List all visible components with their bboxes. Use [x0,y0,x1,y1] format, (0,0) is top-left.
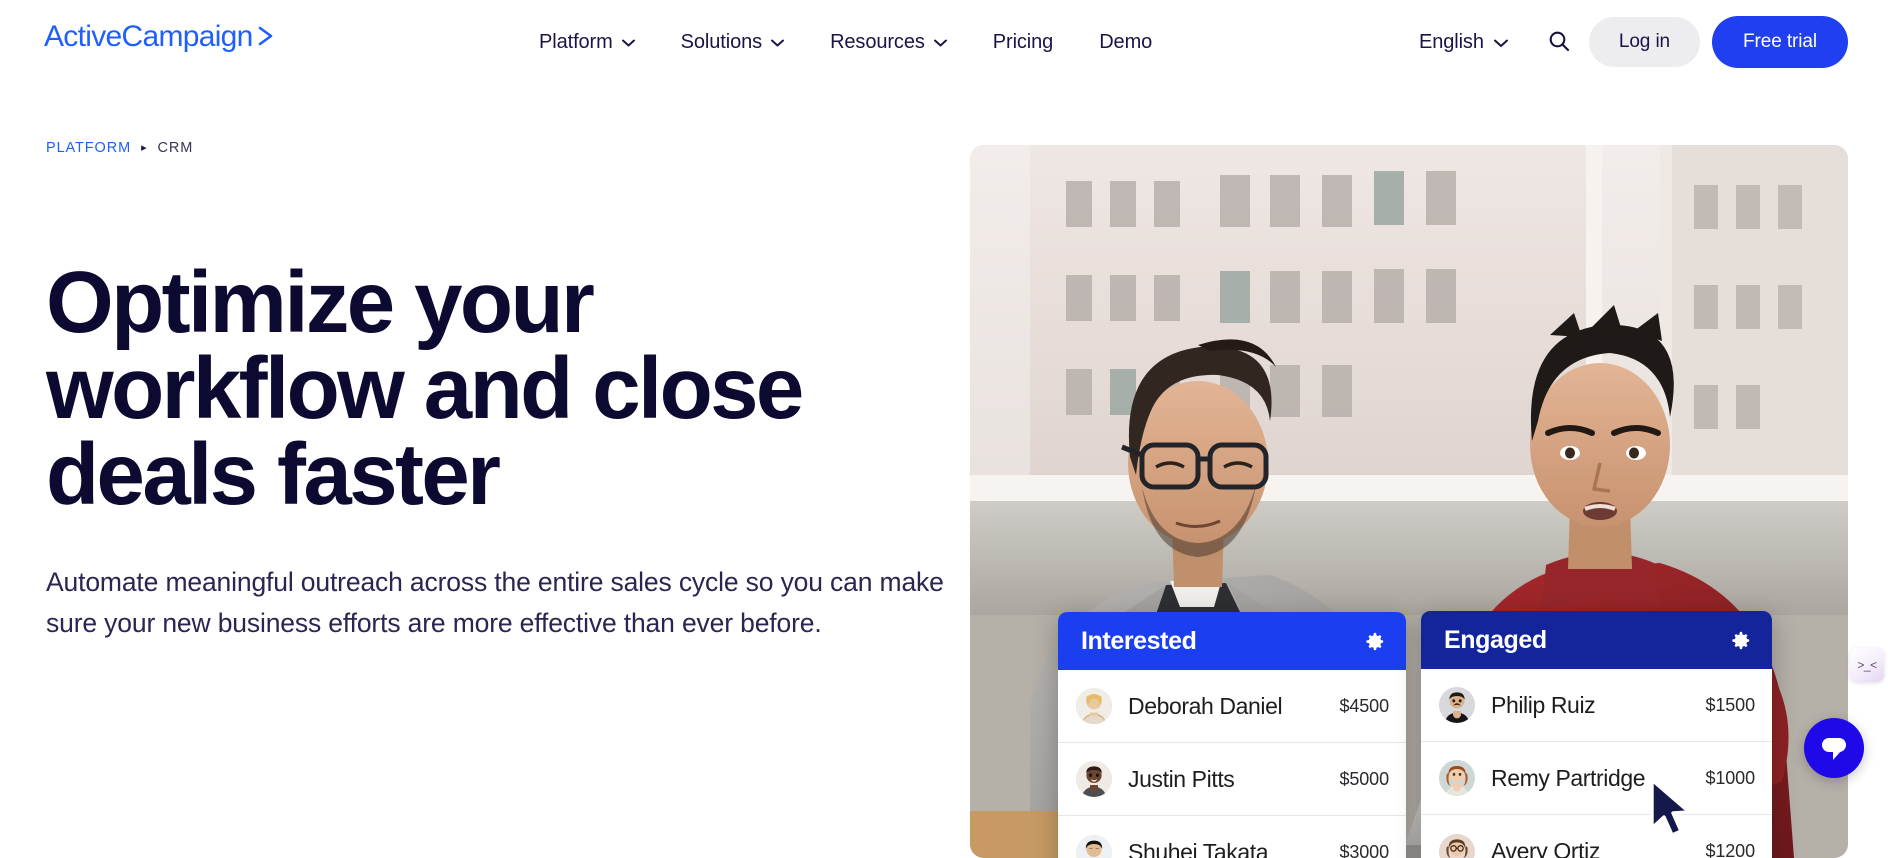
crm-deal-name: Avery Ortiz [1491,838,1600,858]
nav-item-resources[interactable]: Resources [807,0,970,84]
crm-deal-amount: $1000 [1705,767,1755,788]
crm-column-header: Interested [1058,612,1406,670]
crm-column-title: Interested [1081,626,1197,655]
breadcrumb: PLATFORM ▸ CRM [46,140,966,156]
site-header: ActiveCampaign Platform Solutions Resour… [0,0,1888,84]
nav-label: Pricing [992,30,1054,53]
crm-deal-row[interactable]: Deborah Daniel $4500 [1058,670,1406,743]
nav-label: Resources [830,30,925,53]
nav-label: Demo [1099,30,1153,53]
page-root: ActiveCampaign Platform Solutions Resour… [0,0,1888,858]
avatar [1439,760,1475,796]
avatar [1076,761,1112,797]
chevron-down-icon [621,39,635,47]
crm-deal-name: Deborah Daniel [1128,692,1283,719]
search-icon [1547,29,1571,56]
crm-deal-name: Philip Ruiz [1491,691,1596,718]
crm-deal-name: Shuhei Takata [1128,839,1269,858]
avatar [1076,834,1112,858]
crm-deal-row[interactable]: Justin Pitts $5000 [1058,743,1406,816]
crm-deal-amount: $5000 [1339,768,1389,789]
hero-text-column: PLATFORM ▸ CRM Optimize your workflow an… [46,140,966,643]
crm-column-engaged: Engaged Philip Ruiz $1500 Remy Partridge… [1421,611,1772,858]
crm-deal-name: Justin Pitts [1128,765,1235,792]
language-label: English [1418,30,1484,53]
crm-deal-amount: $1200 [1705,841,1755,858]
logo-chevron-icon [258,25,276,47]
search-button[interactable] [1537,20,1581,64]
nav-label: Solutions [680,30,763,53]
free-trial-button[interactable]: Free trial [1712,16,1848,68]
hero-subcopy: Automate meaningful outreach across the … [46,567,944,638]
chevron-down-icon [933,39,947,47]
crm-deal-row[interactable]: Avery Ortiz $1200 [1421,815,1772,858]
crm-deal-row[interactable]: Remy Partridge $1000 [1421,742,1772,815]
crm-column-header: Engaged [1421,611,1772,669]
nav-item-pricing[interactable]: Pricing [970,0,1076,84]
crm-deal-name: Remy Partridge [1491,764,1646,791]
breadcrumb-current: CRM [157,140,194,156]
nav-item-demo[interactable]: Demo [1076,0,1175,84]
nav-item-platform[interactable]: Platform [516,0,658,84]
gear-icon[interactable] [1729,629,1752,652]
crm-deal-amount: $4500 [1339,695,1389,716]
breadcrumb-platform-link[interactable]: PLATFORM [46,140,131,156]
crm-column-interested: Interested Deborah Daniel $4500 Justin P… [1058,612,1406,858]
login-button[interactable]: Log in [1588,17,1701,67]
gear-icon[interactable] [1363,630,1386,653]
primary-nav: Platform Solutions Resources Pricing Dem… [516,0,1175,84]
chat-bubble-icon [1818,733,1850,763]
header-actions: English Log in Free trial [1403,0,1848,84]
chevron-down-icon [771,39,785,47]
avatar [1439,833,1475,858]
language-selector[interactable]: English [1403,31,1523,54]
chat-launcher-button[interactable] [1804,718,1864,778]
chevron-down-icon [1493,39,1508,47]
crm-deal-amount: $3000 [1339,842,1389,858]
crm-column-title: Engaged [1444,625,1547,654]
breadcrumb-separator-icon: ▸ [141,141,148,154]
crm-deal-row[interactable]: Philip Ruiz $1500 [1421,669,1772,742]
crm-deal-amount: $1500 [1705,694,1755,715]
logo-wordmark: ActiveCampaign [44,20,253,53]
crm-deal-row[interactable]: Shuhei Takata $3000 [1058,816,1406,858]
avatar [1076,688,1112,724]
nav-label: Platform [539,30,613,53]
page-title: Optimize your workflow and close deals f… [46,254,804,524]
feedback-kaomoji-button[interactable]: >_< [1850,648,1884,682]
activecampaign-logo[interactable]: ActiveCampaign [44,22,276,52]
avatar [1439,687,1475,723]
nav-item-solutions[interactable]: Solutions [658,0,807,84]
